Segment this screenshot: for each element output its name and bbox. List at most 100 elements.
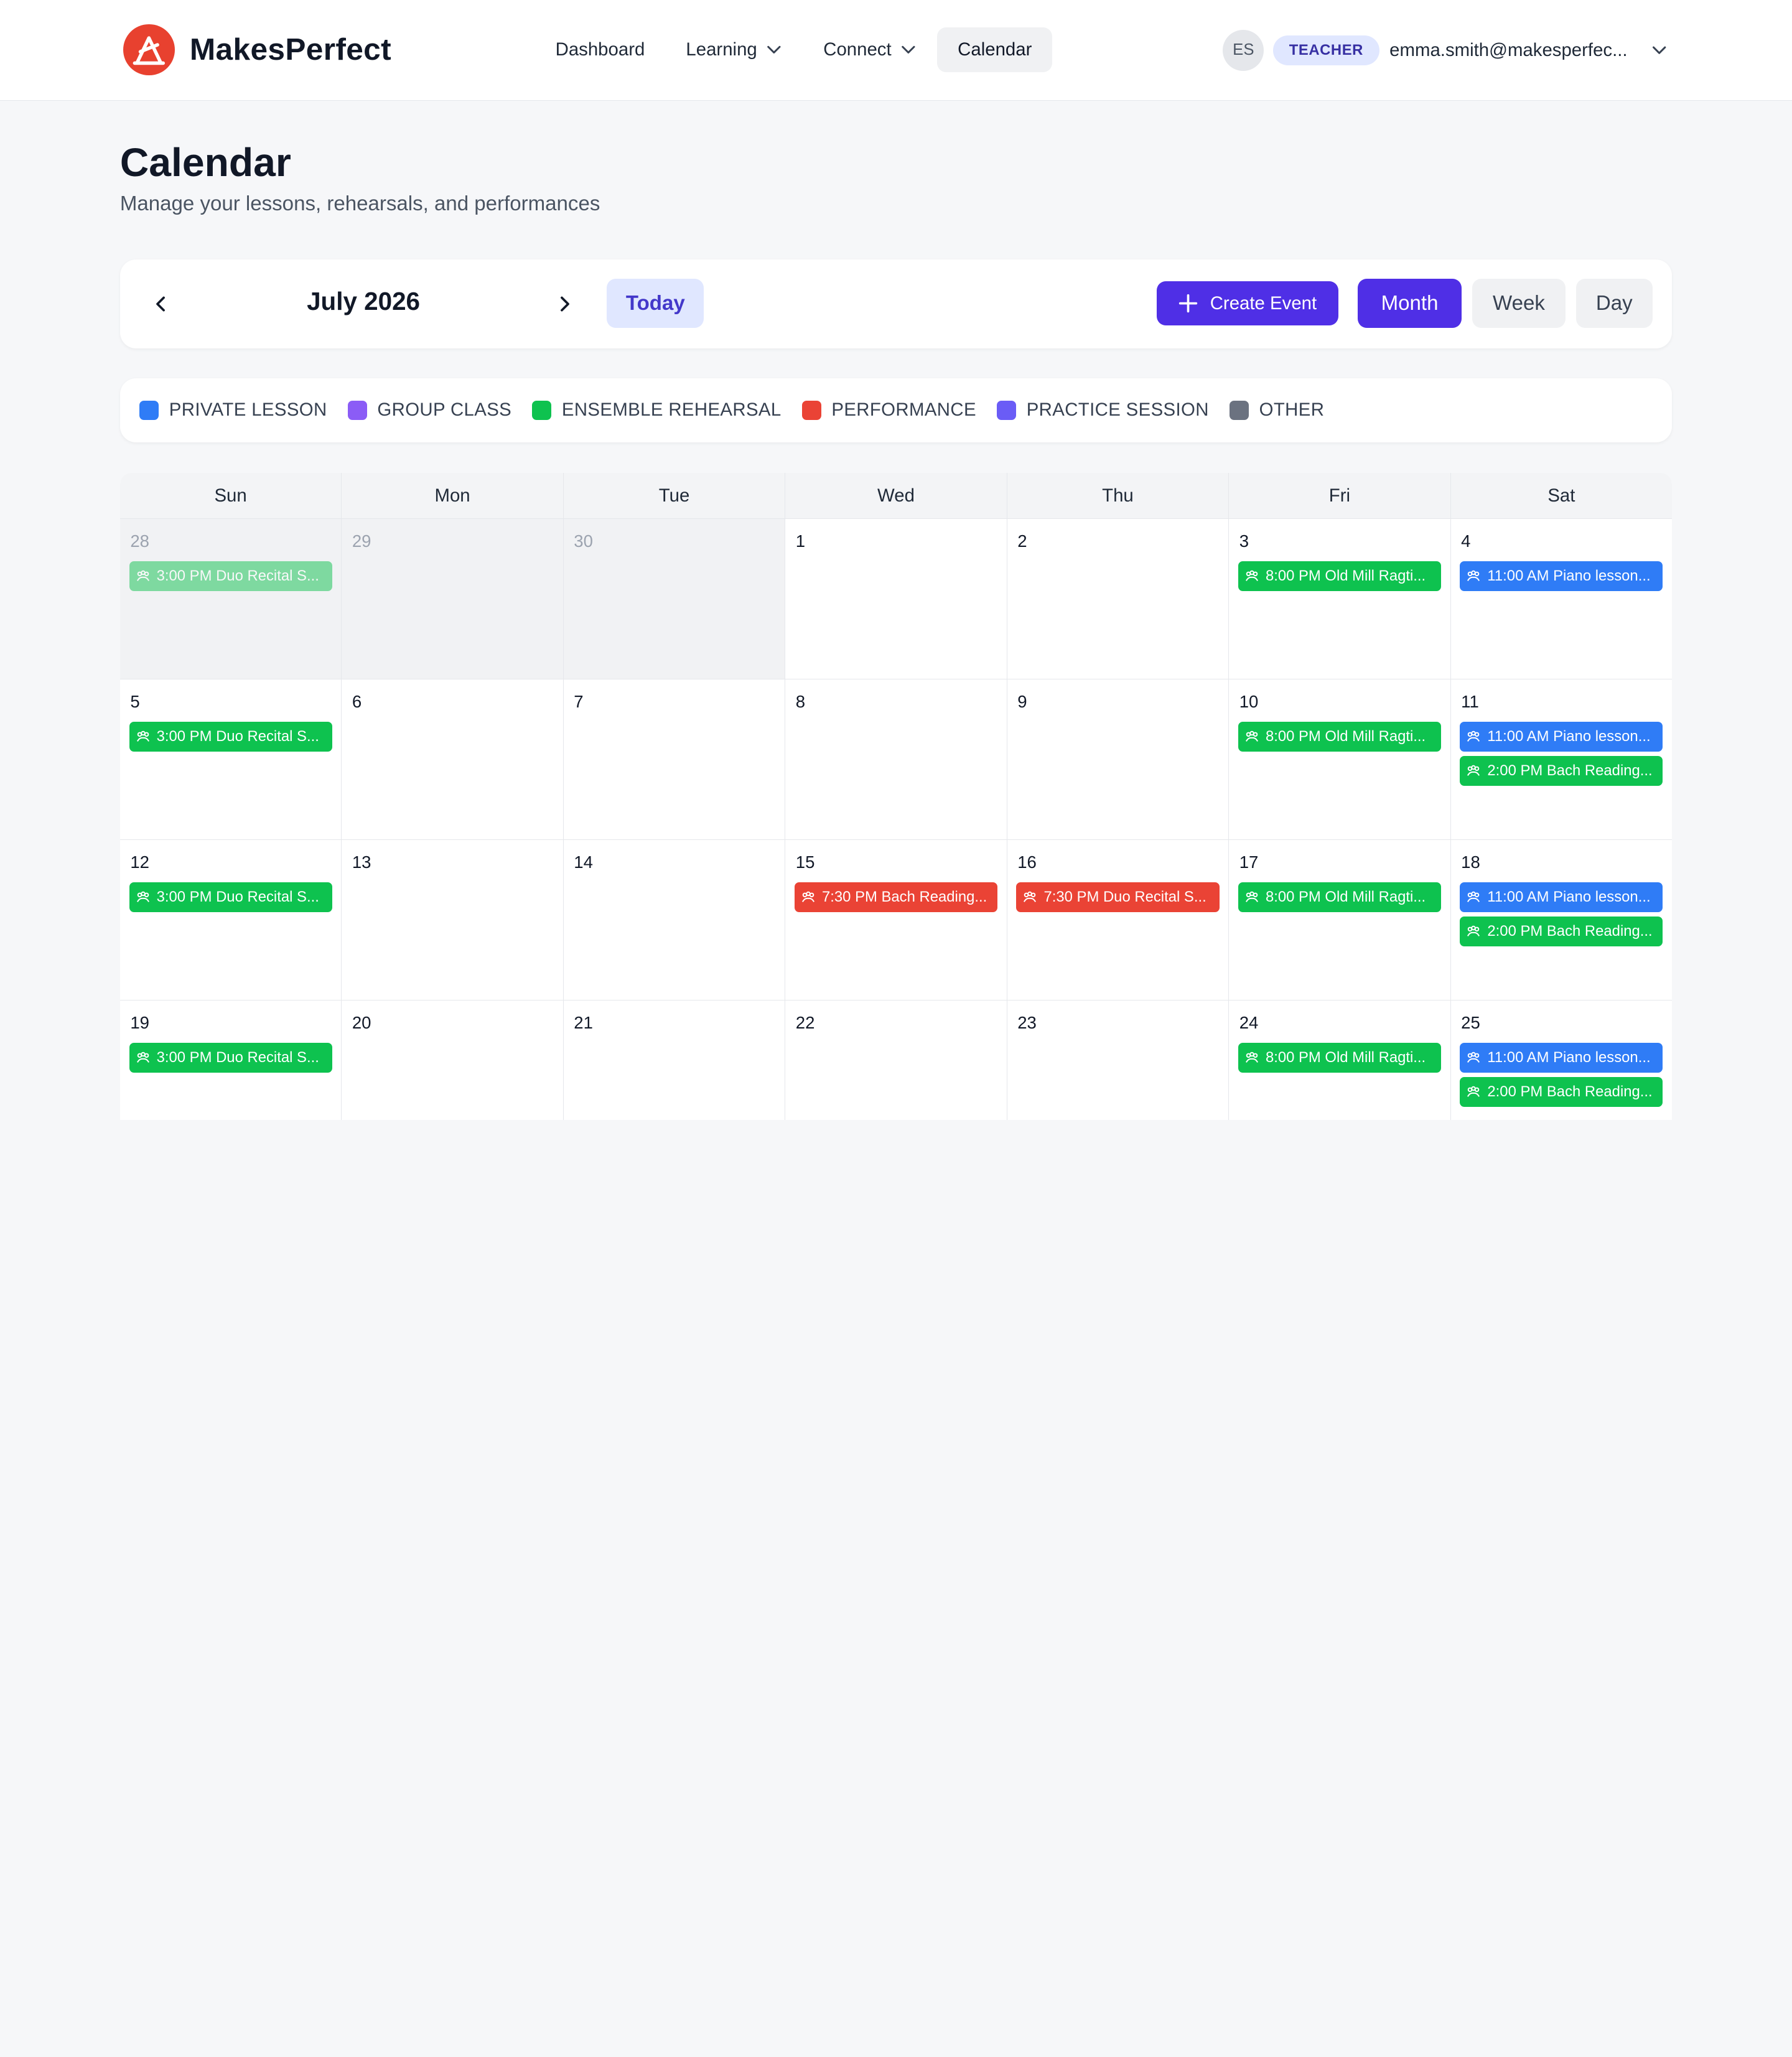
day-cell[interactable]: 10 8:00 PM Old Mill Ragti... (1229, 679, 1451, 839)
calendar-event[interactable]: 8:00 PM Old Mill Ragti... (1238, 1042, 1441, 1073)
calendar-event[interactable]: 3:00 PM Duo Recital S... (129, 882, 332, 912)
calendar-event[interactable]: 3:00 PM Duo Recital S... (129, 721, 332, 752)
day-number: 3 (1239, 531, 1249, 551)
weekday-label: Mon (342, 473, 564, 518)
day-cell[interactable]: 30 (563, 518, 786, 679)
ensemble-icon (136, 730, 149, 742)
day-cell[interactable]: 11 11:00 AM Piano lesson... 2:00 PM Bach R… (1451, 679, 1672, 839)
legend-label: PRIVATE LESSON (169, 399, 327, 421)
nav-learning[interactable]: Learning (665, 27, 803, 72)
day-number: 5 (130, 692, 140, 712)
today-button[interactable]: Today (607, 279, 704, 329)
create-event-button[interactable]: Create Event (1156, 281, 1338, 326)
nav-dashboard[interactable]: Dashboard (535, 27, 666, 72)
calendar-event[interactable]: 8:00 PM Old Mill Ragti... (1238, 882, 1441, 912)
day-cell[interactable]: 1 (785, 518, 1007, 679)
event-title: 11:00 AM Piano lesson... (1487, 888, 1651, 905)
day-cell[interactable]: 23 (1007, 1000, 1230, 1120)
weekday-label: Sun (120, 473, 342, 518)
legend-label: GROUP CLASS (377, 399, 512, 421)
nav-calendar[interactable]: Calendar (937, 27, 1053, 72)
legend-swatch (1229, 400, 1249, 420)
calendar-event[interactable]: 11:00 AM Piano lesson... (1460, 721, 1663, 752)
day-number: 9 (1017, 692, 1027, 712)
ensemble-icon (1245, 891, 1258, 902)
day-cell[interactable]: 24 8:00 PM Old Mill Ragti... (1229, 1000, 1451, 1120)
day-cell[interactable]: 7 (564, 679, 786, 839)
avatar[interactable]: ES (1223, 29, 1264, 71)
calendar-event[interactable]: 11:00 AM Piano lesson... (1460, 561, 1663, 591)
event-title: 8:00 PM Old Mill Ragti... (1265, 567, 1426, 584)
user-menu[interactable]: ES TEACHER emma.smith@makesperfec... (1223, 29, 1668, 71)
day-cell[interactable]: 18 11:00 AM Piano lesson... 2:00 PM Bach R… (1451, 840, 1672, 1000)
calendar-event[interactable]: 2:00 PM Bach Reading... (1460, 755, 1663, 786)
legend-label: PERFORMANCE (831, 399, 976, 421)
calendar-event[interactable]: 11:00 AM Piano lesson... (1460, 1042, 1663, 1073)
calendar-event[interactable]: 11:00 AM Piano lesson... (1460, 882, 1663, 912)
month-view-button[interactable]: Month (1357, 279, 1462, 329)
day-cell[interactable]: 29 (342, 518, 564, 679)
day-cell[interactable]: 13 (342, 839, 564, 1000)
nav-connect-label: Connect (823, 39, 892, 60)
day-number: 15 (795, 852, 815, 872)
calendar-event[interactable]: 2:00 PM Bach Reading... (1460, 916, 1663, 946)
day-number: 28 (130, 531, 149, 551)
calendar-event[interactable]: 2:00 PM Bach Reading... (1460, 1077, 1663, 1107)
event-type-legend: PRIVATE LESSON GROUP CLASS ENSEMBLE REHE… (119, 378, 1673, 442)
chevron-down-icon[interactable] (1650, 41, 1668, 59)
chevron-down-icon (767, 45, 781, 54)
calendar-event[interactable]: 3:00 PM Duo Recital S... (129, 561, 332, 591)
ensemble-icon (1467, 1052, 1480, 1063)
nav-connect[interactable]: Connect (803, 27, 937, 72)
event-title: 11:00 AM Piano lesson... (1487, 1048, 1651, 1066)
legend-item-other: OTHER (1229, 399, 1324, 421)
day-number: 18 (1461, 852, 1480, 872)
day-view-button[interactable]: Day (1575, 279, 1653, 329)
day-cell[interactable]: 6 (342, 679, 564, 839)
day-cell[interactable]: 28 3:00 PM Duo Recital S... (119, 518, 342, 679)
day-cell[interactable]: 5 3:00 PM Duo Recital S... (120, 679, 342, 839)
calendar-event[interactable]: 3:00 PM Duo Recital S... (129, 1042, 332, 1073)
weekday-label: Sat (1547, 485, 1575, 506)
week-row: 5 3:00 PM Duo Recital S... 6 7 8 9 10 8:00 PM O… (119, 679, 1673, 840)
day-cell[interactable]: 8 (785, 679, 1007, 839)
chevron-right-icon (560, 296, 569, 312)
week-view-button[interactable]: Week (1472, 279, 1566, 329)
user-email[interactable]: emma.smith@makesperfec... (1389, 40, 1638, 61)
brand-name[interactable]: MakesPerfect (190, 31, 391, 67)
day-cell[interactable]: 14 (564, 839, 786, 1000)
event-title: 3:00 PM Duo Recital S... (156, 567, 319, 584)
ensemble-icon (1467, 730, 1480, 742)
day-number: 1 (795, 531, 806, 551)
previous-month-button[interactable] (143, 286, 180, 322)
day-cell[interactable]: 19 3:00 PM Duo Recital S... (120, 1000, 342, 1120)
day-cell[interactable]: 4 11:00 AM Piano lesson... (1451, 519, 1672, 679)
calendar-event[interactable]: 8:00 PM Old Mill Ragti... (1238, 721, 1441, 752)
day-cell[interactable]: 20 (342, 1000, 564, 1120)
ensemble-icon (1245, 570, 1258, 581)
event-title: 2:00 PM Bach Reading... (1487, 922, 1653, 940)
logo-icon[interactable] (123, 24, 175, 76)
calendar-event[interactable]: 7:30 PM Duo Recital S... (1016, 882, 1220, 912)
ensemble-icon (1467, 1086, 1480, 1097)
day-cell[interactable]: 21 (564, 1000, 786, 1120)
role-badge: TEACHER (1273, 35, 1379, 65)
day-cell[interactable]: 25 11:00 AM Piano lesson... 2:00 PM Bach R… (1451, 1001, 1672, 1120)
day-number: 4 (1461, 531, 1471, 551)
legend-swatch (347, 400, 367, 420)
day-number: 10 (1239, 692, 1259, 712)
day-cell[interactable]: 22 (785, 1000, 1007, 1120)
calendar-event[interactable]: 8:00 PM Old Mill Ragti... (1238, 561, 1441, 591)
event-title: 7:30 PM Duo Recital S... (1043, 888, 1206, 905)
day-cell[interactable]: 2 (1007, 518, 1230, 679)
calendar-event[interactable]: 7:30 PM Bach Reading... (794, 882, 998, 912)
day-cell[interactable]: 12 3:00 PM Duo Recital S... (120, 839, 342, 1000)
day-cell[interactable]: 16 7:30 PM Duo Recital S... (1007, 839, 1230, 1000)
day-cell[interactable]: 3 8:00 PM Old Mill Ragti... (1229, 518, 1451, 679)
day-cell[interactable]: 15 7:30 PM Bach Reading... (785, 839, 1007, 1000)
day-cell[interactable]: 17 8:00 PM Old Mill Ragti... (1229, 839, 1451, 1000)
top-bar: MakesPerfect Dashboard Learning Connect … (0, 0, 1792, 101)
next-month-button[interactable] (546, 286, 583, 322)
day-cell[interactable]: 9 (1007, 679, 1230, 839)
chevron-down-icon (902, 45, 915, 54)
